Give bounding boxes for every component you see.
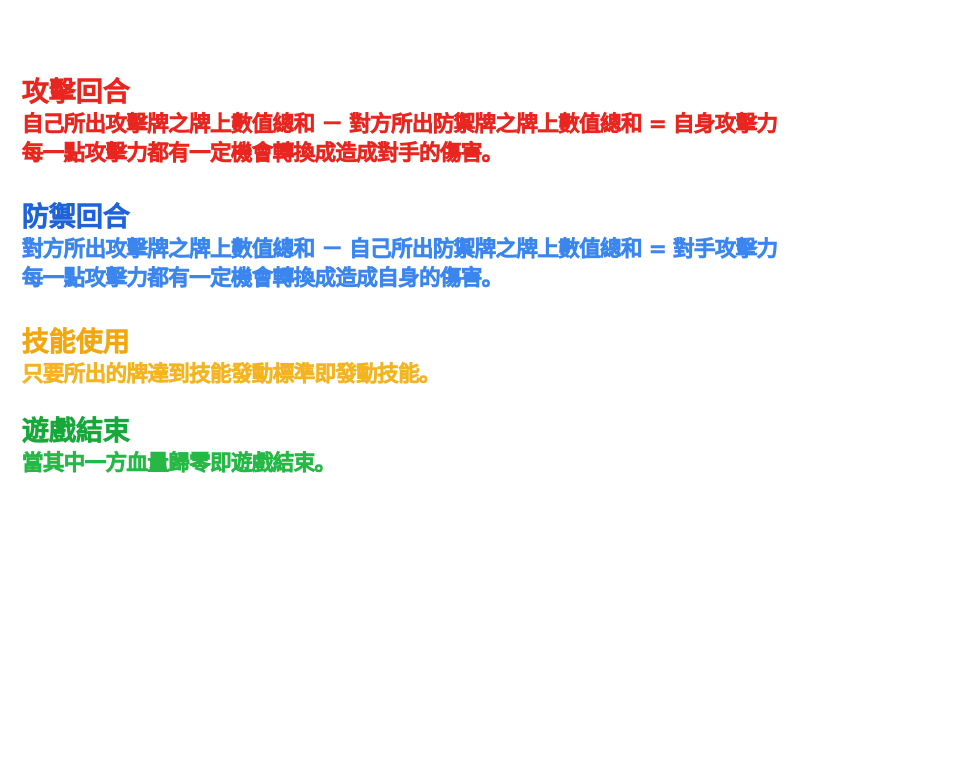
defense-round-note: 每一點攻擊力都有一定機會轉換成造成自身的傷害。 <box>22 266 504 292</box>
defense-round-section: 防禦回合 對方所出攻擊牌之牌上數值總和 － 自己所出防禦牌之牌上數值總和 = 對… <box>22 201 942 293</box>
game-end-title: 遊戲結束 <box>22 416 131 448</box>
skill-use-title: 技能使用 <box>22 327 131 359</box>
attack-round-note: 每一點攻擊力都有一定機會轉換成造成對手的傷害。 <box>22 141 504 167</box>
game-end-section: 遊戲結束 當其中一方血量歸零即遊戲結束。 <box>22 415 942 478</box>
attack-round-formula: 自己所出攻擊牌之牌上數值總和 － 對方所出防禦牌之牌上數值總和 = 自身攻擊力 <box>22 112 779 138</box>
skill-use-section: 技能使用 只要所出的牌達到技能發動標準即發動技能。 <box>22 326 942 389</box>
attack-round-title: 攻擊回合 <box>22 77 131 109</box>
skill-use-note: 只要所出的牌達到技能發動標準即發動技能。 <box>22 362 441 388</box>
attack-round-section: 攻擊回合 自己所出攻擊牌之牌上數值總和 － 對方所出防禦牌之牌上數值總和 = 自… <box>22 76 942 168</box>
defense-round-formula: 對方所出攻擊牌之牌上數值總和 － 自己所出防禦牌之牌上數值總和 = 對手攻擊力 <box>22 237 779 263</box>
rules-panel: 攻擊回合 自己所出攻擊牌之牌上數值總和 － 對方所出防禦牌之牌上數值總和 = 自… <box>22 76 942 478</box>
defense-round-title: 防禦回合 <box>22 202 131 234</box>
game-end-note: 當其中一方血量歸零即遊戲結束。 <box>22 451 337 477</box>
